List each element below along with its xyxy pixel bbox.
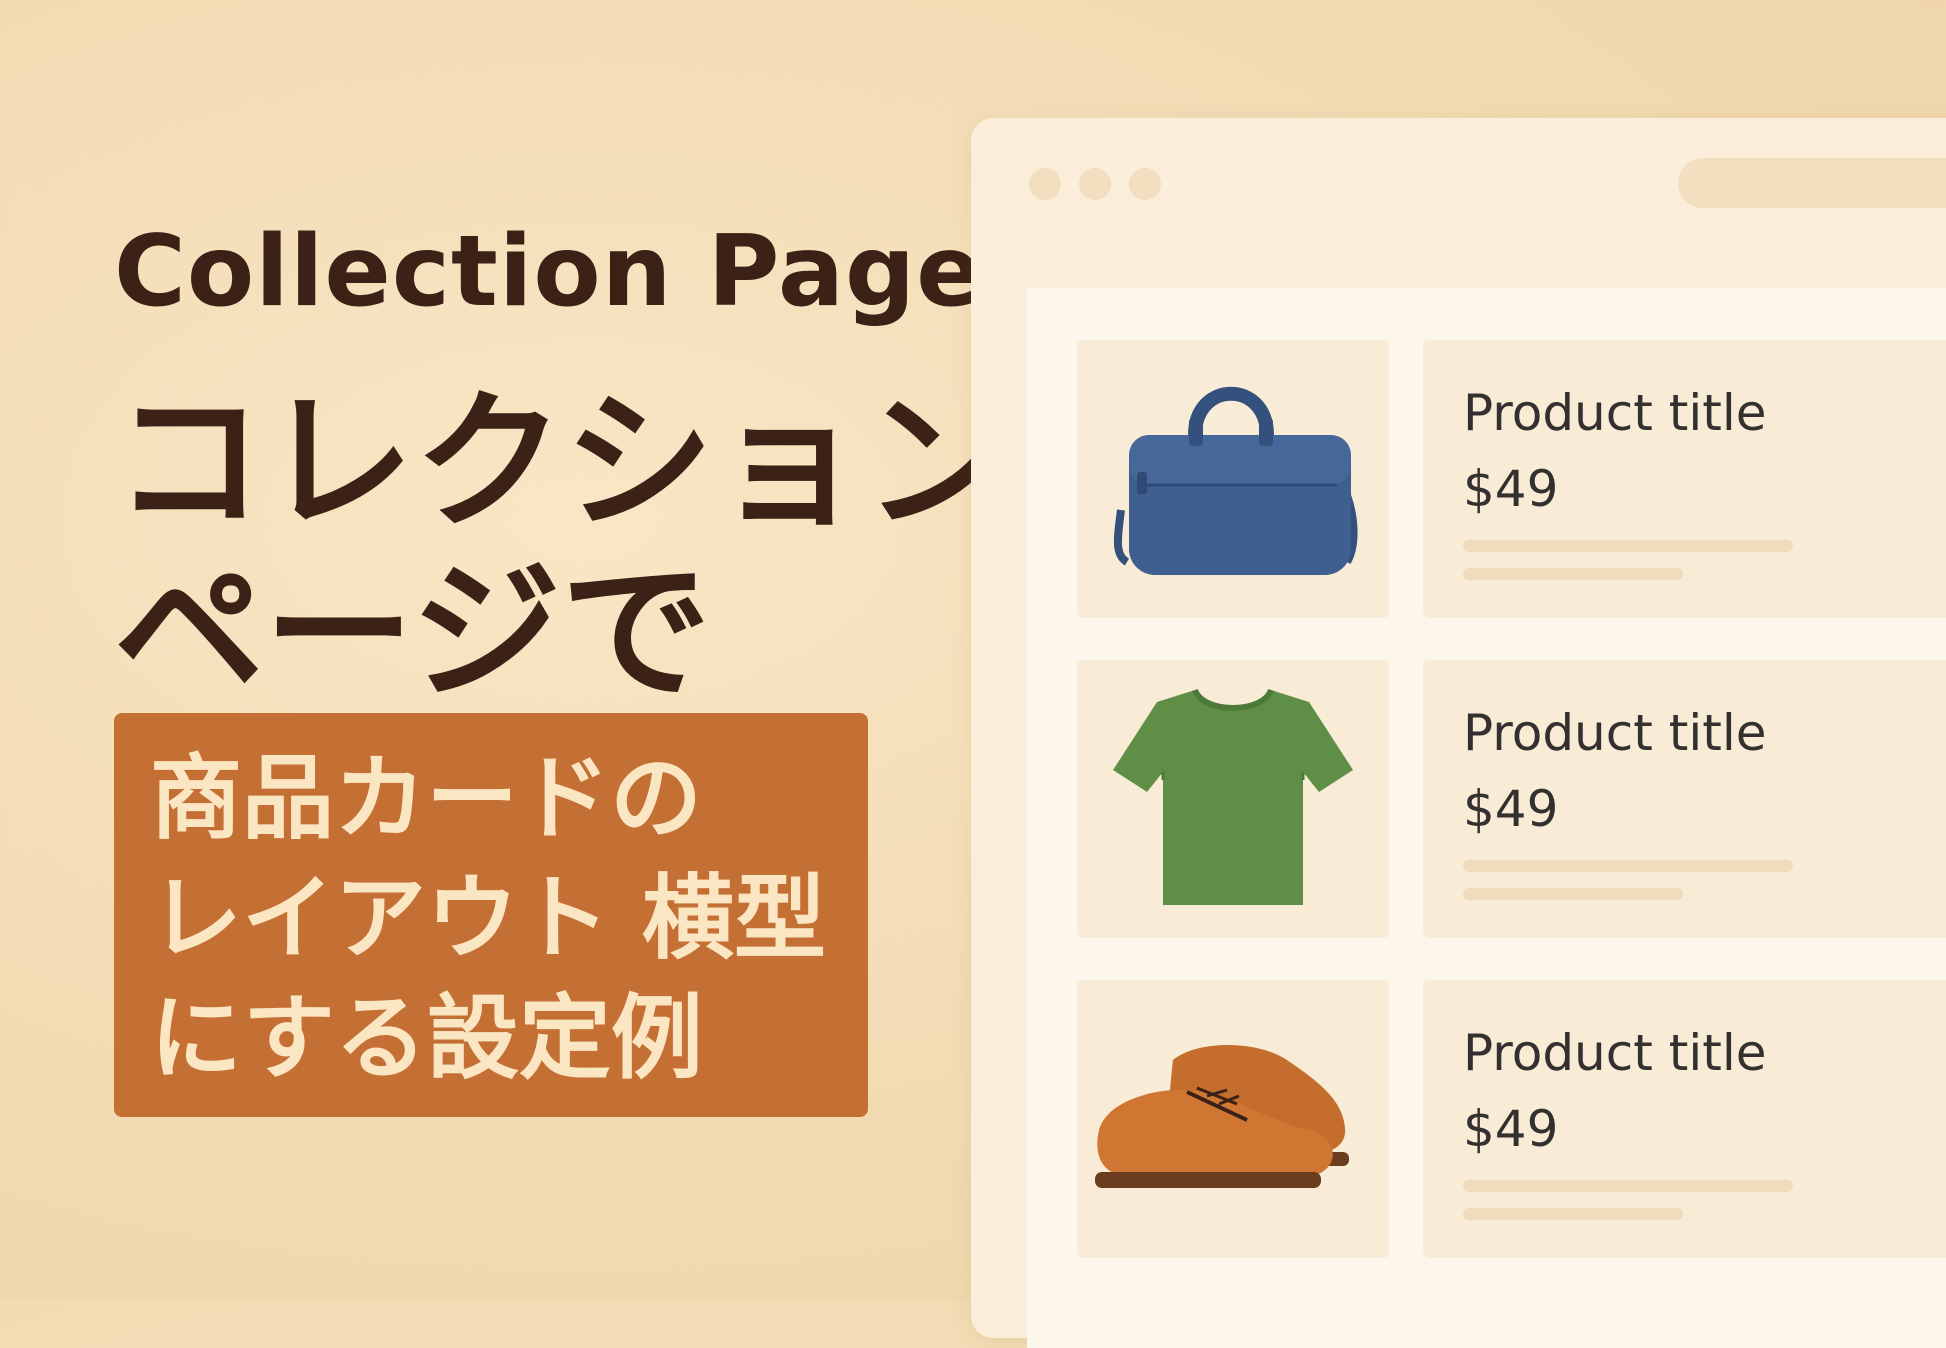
subtitle-line-3: にする設定例 xyxy=(150,985,703,1092)
product-title[interactable]: Product title xyxy=(1463,702,1767,764)
product-title[interactable]: Product title xyxy=(1463,382,1767,444)
collection-content: Product title $49 Product title $49 Prod… xyxy=(1027,288,1946,1348)
product-card-1[interactable]: Product title $49 xyxy=(1423,340,1946,618)
product-image-shoes[interactable] xyxy=(1077,980,1389,1258)
product-image-bag[interactable] xyxy=(1077,340,1389,618)
product-price: $49 xyxy=(1463,780,1559,838)
window-dot-icon xyxy=(1079,168,1111,200)
subtitle-box: 商品カードの レイアウト 横型 にする設定例 xyxy=(114,713,868,1117)
title-english: Collection Page xyxy=(114,215,984,329)
window-dot-icon xyxy=(1029,168,1061,200)
title-japanese-line-2: ページで xyxy=(114,546,712,720)
bag-icon xyxy=(1113,386,1358,575)
subtitle-text: 商品カードの レイアウト 横型 にする設定例 xyxy=(150,739,826,1099)
product-price: $49 xyxy=(1463,460,1559,518)
tshirt-icon xyxy=(1113,688,1353,905)
placeholder-line xyxy=(1463,860,1793,872)
browser-mockup: Product title $49 Product title $49 Prod… xyxy=(971,118,1946,1348)
placeholder-line xyxy=(1463,540,1793,552)
placeholder-line xyxy=(1463,888,1683,900)
subtitle-line-2: レイアウト 横型 xyxy=(150,865,827,972)
hero-section: Collection Page コレクション ページで 商品カードの レイアウト… xyxy=(0,0,1014,1300)
product-image-tshirt[interactable] xyxy=(1077,660,1389,938)
subtitle-line-1: 商品カードの xyxy=(150,745,703,852)
window-dot-icon xyxy=(1129,168,1161,200)
address-bar xyxy=(1678,158,1946,208)
title-japanese: コレクション ページで xyxy=(114,378,1014,718)
product-title[interactable]: Product title xyxy=(1463,1022,1767,1084)
placeholder-line xyxy=(1463,568,1683,580)
product-price: $49 xyxy=(1463,1100,1559,1158)
title-japanese-line-1: コレクション xyxy=(114,376,1015,550)
product-card-3[interactable]: Product title $49 xyxy=(1423,980,1946,1258)
shoes-icon xyxy=(1095,1045,1349,1188)
placeholder-line xyxy=(1463,1208,1683,1220)
product-card-2[interactable]: Product title $49 xyxy=(1423,660,1946,938)
placeholder-line xyxy=(1463,1180,1793,1192)
